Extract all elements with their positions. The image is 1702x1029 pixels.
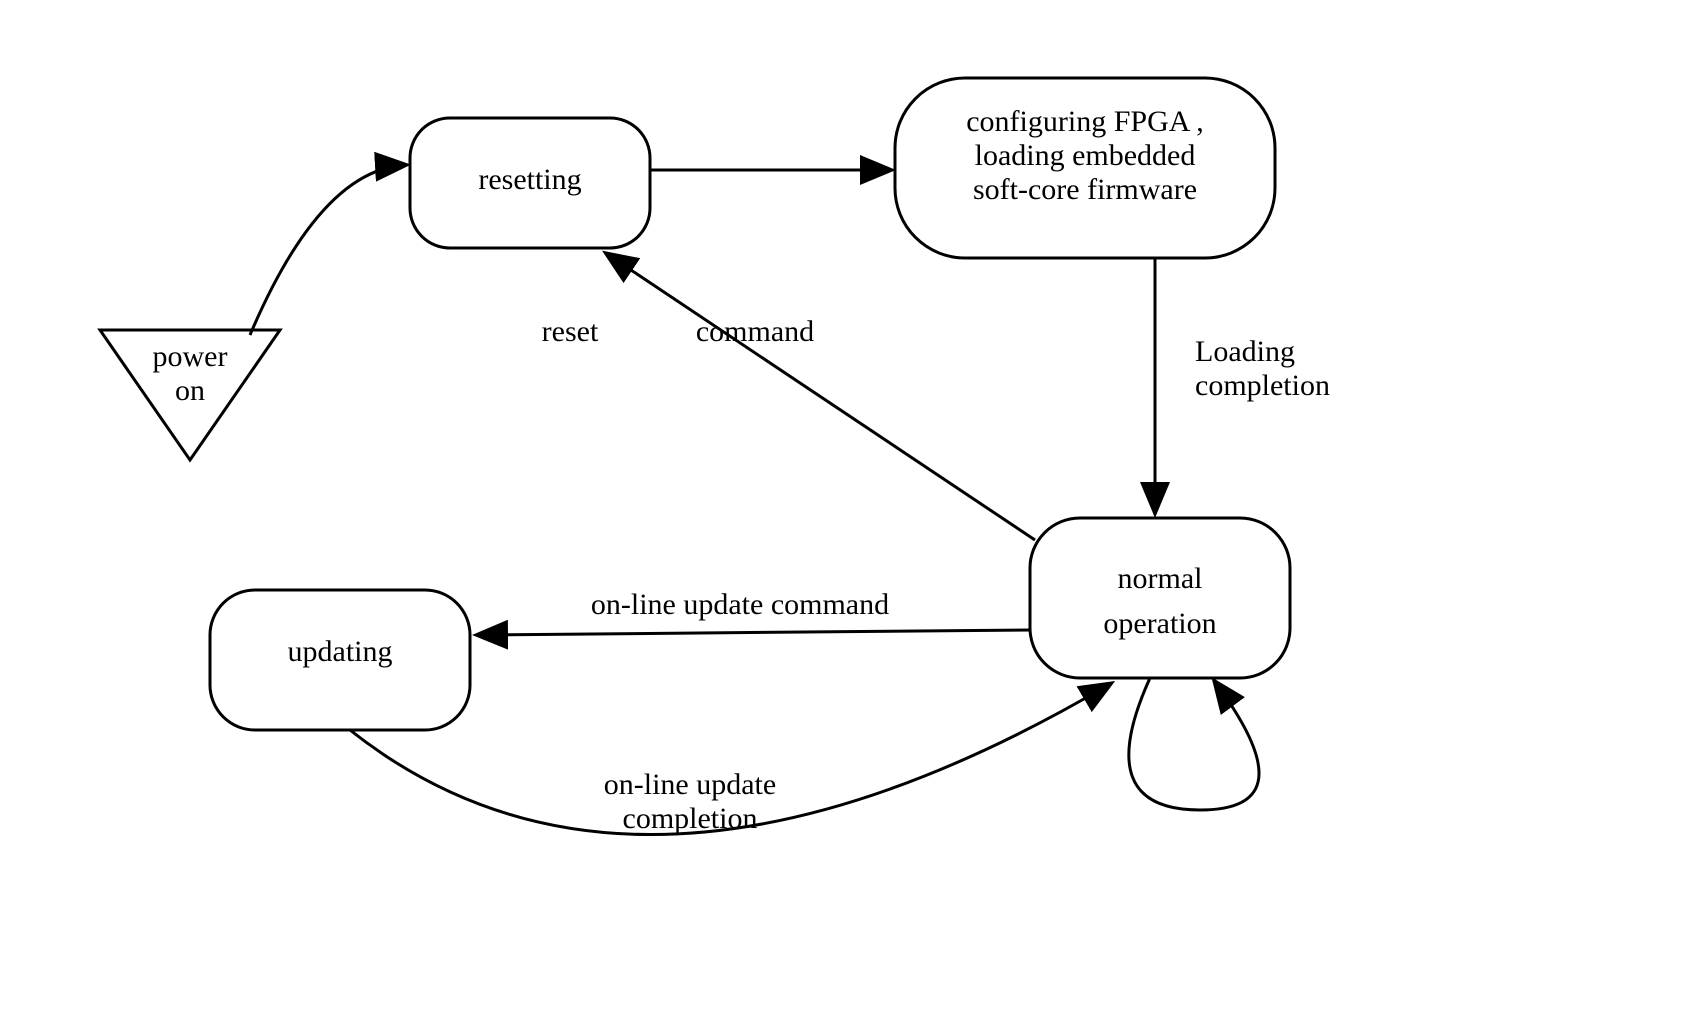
- online-update-command-label: on-line update command: [560, 588, 920, 622]
- state-diagram: power on resetting configuring FPGA , lo…: [40, 40, 1702, 989]
- configuring-label: configuring FPGA , loading embedded soft…: [915, 105, 1255, 207]
- edge-normal-to-resetting: [607, 254, 1035, 540]
- online-update-completion-label: on-line update completion: [560, 768, 820, 836]
- edge-normal-self-loop: [1129, 678, 1259, 810]
- reset-command-label-word2: command: [665, 315, 845, 349]
- normal-operation-label: normal operation: [1050, 556, 1270, 646]
- diagram-svg: [40, 40, 1702, 989]
- resetting-label: resetting: [445, 163, 615, 197]
- reset-command-label-word1: reset: [505, 315, 635, 349]
- edge-power-to-resetting: [250, 165, 405, 335]
- loading-completion-label: Loading completion: [1195, 335, 1375, 403]
- updating-label: updating: [250, 635, 430, 669]
- power-on-label: power on: [140, 340, 240, 408]
- edge-normal-to-updating: [478, 630, 1030, 635]
